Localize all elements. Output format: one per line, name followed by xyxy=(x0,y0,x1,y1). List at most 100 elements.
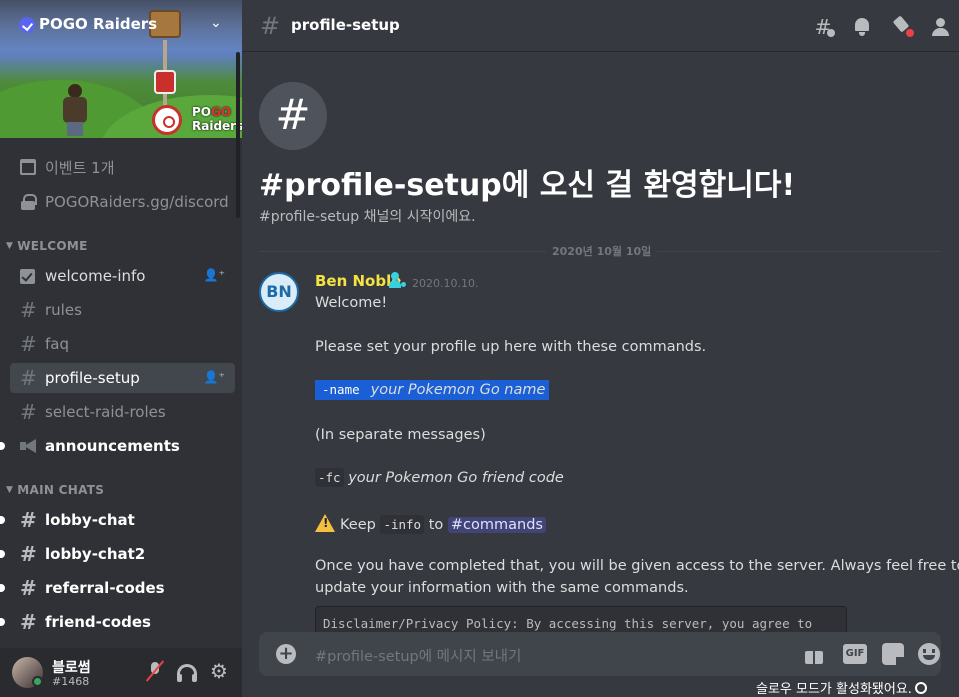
events-label: 이벤트 1개 xyxy=(45,158,115,177)
sidebar-scrollbar[interactable] xyxy=(236,52,240,218)
sticker-icon[interactable] xyxy=(882,643,904,665)
hash-icon: # xyxy=(20,576,37,600)
channel-lobby-chat[interactable]: # lobby-chat xyxy=(10,505,235,535)
chevron-down-icon[interactable]: ⌄ xyxy=(210,15,222,31)
server-banner[interactable]: POGO Raiders POGO Raiders ⌄ xyxy=(0,0,242,138)
hash-icon: # xyxy=(20,508,37,532)
channel-lobby-chat2[interactable]: # lobby-chat2 xyxy=(10,539,235,569)
stopwatch-icon xyxy=(914,682,927,694)
channel-faq[interactable]: # faq xyxy=(10,329,235,359)
text: Keep xyxy=(340,517,376,533)
username[interactable]: 블로썸 xyxy=(52,657,91,677)
lock-icon xyxy=(20,194,37,210)
selected-text: your Pokemon Go name xyxy=(366,380,550,400)
rules-channel-icon xyxy=(20,268,35,284)
category-label: MAIN CHATS xyxy=(17,483,105,497)
warning-icon xyxy=(315,514,335,532)
channel-label: lobby-chat xyxy=(45,511,135,529)
chevron-down-icon: ▼ xyxy=(6,241,14,251)
category-label: WELCOME xyxy=(17,239,88,253)
channel-sidebar: POGO Raiders POGO Raiders ⌄ 이벤트 1개 POGORa… xyxy=(0,0,242,697)
hash-icon: # xyxy=(260,12,281,40)
invite-link-label: POGORaiders.gg/discord xyxy=(45,193,229,211)
notification-bell-icon[interactable] xyxy=(850,15,874,39)
unread-indicator xyxy=(0,550,5,558)
channel-title: profile-setup xyxy=(291,16,400,34)
gif-button[interactable]: GIF xyxy=(843,644,867,664)
inline-code: -fc xyxy=(315,468,344,487)
emoji-icon[interactable] xyxy=(918,643,940,665)
mute-microphone-icon[interactable] xyxy=(144,660,166,682)
settings-gear-icon[interactable]: ⚙ xyxy=(208,660,230,682)
message-line: (In separate messages) xyxy=(315,427,486,443)
hash-icon: # xyxy=(20,366,37,390)
discord-app: POGO Raiders POGO Raiders ⌄ 이벤트 1개 POGORa… xyxy=(0,0,959,697)
welcome-subtitle: #profile-setup 채널의 시작이에요. xyxy=(259,209,476,225)
pogo-raiders-logo: POGO Raiders xyxy=(152,103,242,138)
unread-indicator xyxy=(0,442,5,450)
channel-mention[interactable]: #commands xyxy=(447,517,546,533)
server-verified-icon xyxy=(19,17,35,33)
add-attachment-icon[interactable]: + xyxy=(276,644,296,664)
user-tag: #1468 xyxy=(52,675,90,688)
headphones-icon[interactable] xyxy=(177,664,197,682)
gift-icon[interactable] xyxy=(803,643,825,665)
user-panel: 블로썸 #1468 ⚙ xyxy=(0,648,242,697)
category-main-chats[interactable]: ▼ MAIN CHATS xyxy=(6,482,104,498)
channel-label: referral-codes xyxy=(45,579,165,597)
date-divider-label: 2020년 10월 10일 xyxy=(546,243,658,259)
slowmode-text: 슬로우 모드가 활성화됐어요. xyxy=(756,682,912,697)
message-timestamp: 2020.10.10. xyxy=(412,277,479,290)
message-composer: + #profile-setup에 메시지 보내기 GIF xyxy=(259,632,941,676)
channel-rules[interactable]: # rules xyxy=(10,295,235,325)
channel-label: profile-setup xyxy=(45,369,140,387)
category-welcome[interactable]: ▼ WELCOME xyxy=(6,238,88,254)
trainer-image xyxy=(60,84,90,136)
server-name[interactable]: POGO Raiders xyxy=(39,15,157,33)
hash-icon: # xyxy=(20,542,37,566)
channel-referral-codes[interactable]: # referral-codes xyxy=(10,573,235,603)
command-argument: your Pokemon Go friend code xyxy=(348,470,564,486)
avatar[interactable]: BN xyxy=(259,272,299,312)
channel-friend-codes[interactable]: # friend-codes xyxy=(10,607,235,637)
channel-label: faq xyxy=(45,335,69,353)
message-line: Keep -info to #commands xyxy=(315,514,546,534)
channel-profile-setup[interactable]: # profile-setup 👤⁺ xyxy=(10,363,235,393)
online-status-icon xyxy=(32,676,43,687)
pinned-messages-icon[interactable] xyxy=(890,15,914,39)
unread-indicator xyxy=(0,584,5,592)
message-line: -fc your Pokemon Go friend code xyxy=(315,468,564,487)
message-input[interactable]: #profile-setup에 메시지 보내기 xyxy=(315,645,521,666)
member-list-icon[interactable] xyxy=(930,15,954,39)
hash-icon: # xyxy=(20,298,37,322)
add-member-icon[interactable]: 👤⁺ xyxy=(204,268,225,282)
chat-area: # profile-setup # # #profile-setup에 오신 걸… xyxy=(242,0,959,697)
welcome-heading: #profile-setup에 오신 걸 환영합니다! xyxy=(259,168,796,203)
inline-code: -info xyxy=(380,515,425,534)
channel-label: friend-codes xyxy=(45,613,151,631)
chevron-down-icon: ▼ xyxy=(6,485,14,495)
add-member-icon[interactable]: 👤⁺ xyxy=(204,370,225,384)
message-line: Welcome! xyxy=(315,295,388,311)
channel-label: welcome-info xyxy=(45,267,146,285)
channel-label: select-raid-roles xyxy=(45,403,166,421)
server-manager-icon xyxy=(389,272,408,290)
channel-welcome-info[interactable]: welcome-info 👤⁺ xyxy=(10,261,235,291)
threads-icon[interactable]: # xyxy=(811,15,835,39)
invite-row[interactable]: POGORaiders.gg/discord xyxy=(20,191,229,213)
inline-code: -name xyxy=(319,380,363,399)
text: to xyxy=(428,517,444,533)
calendar-icon xyxy=(20,159,36,175)
hash-icon: # xyxy=(20,400,37,424)
channel-announcements[interactable]: announcements xyxy=(10,431,235,461)
events-row[interactable]: 이벤트 1개 xyxy=(20,156,115,178)
message-line: update your information with the same co… xyxy=(315,580,689,596)
channel-label: announcements xyxy=(45,437,180,455)
unread-indicator xyxy=(0,618,5,626)
channel-select-raid-roles[interactable]: # select-raid-roles xyxy=(10,397,235,427)
message-line: Please set your profile up here with the… xyxy=(315,339,707,355)
hash-icon: # xyxy=(20,610,37,634)
channel-label: rules xyxy=(45,301,82,319)
message-line: Once you have completed that, you will b… xyxy=(315,558,959,574)
channel-label: lobby-chat2 xyxy=(45,545,146,563)
